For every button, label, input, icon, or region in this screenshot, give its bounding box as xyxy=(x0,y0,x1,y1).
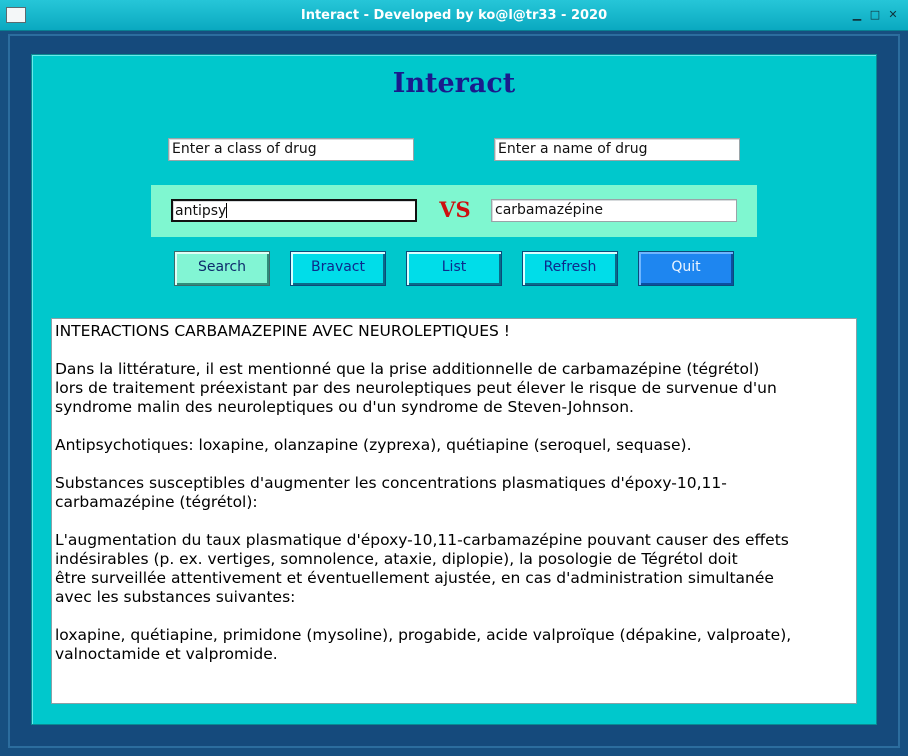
drug-class-input[interactable]: antipsy xyxy=(171,199,417,222)
maximize-icon[interactable]: □ xyxy=(869,9,881,21)
output-blank-line xyxy=(55,512,853,531)
refresh-button[interactable]: Refresh xyxy=(522,251,618,286)
output-blank-line xyxy=(55,455,853,474)
interaction-output-textarea[interactable]: INTERACTIONS CARBAMAZEPINE AVEC NEUROLEP… xyxy=(51,318,857,704)
output-line: valnoctamide et valpromide. xyxy=(55,645,278,663)
vs-label: VS xyxy=(439,197,471,222)
quit-button[interactable]: Quit xyxy=(638,251,734,286)
drug-class-input-value: antipsy xyxy=(175,203,227,219)
text-caret xyxy=(226,203,228,218)
output-line: indésirables (p. ex. vertiges, somnolenc… xyxy=(55,550,738,568)
output-line: Antipsychotiques: loxapine, olanzapine (… xyxy=(55,436,692,454)
output-line: carbamazépine (tégrétol): xyxy=(55,493,258,511)
search-button[interactable]: Search xyxy=(174,251,270,286)
class-of-drug-label-field[interactable]: Enter a class of drug xyxy=(168,138,414,161)
output-line: avec les substances suivantes: xyxy=(55,588,296,606)
output-blank-line xyxy=(55,607,853,626)
output-line: Dans la littérature, il est mentionné qu… xyxy=(55,360,760,378)
output-line: être surveillée attentivement et éventue… xyxy=(55,569,774,587)
bravact-button[interactable]: Bravact xyxy=(290,251,386,286)
output-line: L'augmentation du taux plasmatique d'épo… xyxy=(55,531,789,549)
list-button[interactable]: List xyxy=(406,251,502,286)
output-blank-line xyxy=(55,417,853,436)
drug-name-input[interactable]: carbamazépine xyxy=(491,199,737,222)
window-titlebar[interactable]: Interact - Developed by ko@l@tr33 - 2020… xyxy=(0,0,908,31)
output-blank-line xyxy=(55,341,853,360)
output-line: lors de traitement préexistant par des n… xyxy=(55,379,777,397)
window-title: Interact - Developed by ko@l@tr33 - 2020 xyxy=(300,8,608,23)
output-line: syndrome malin des neuroleptiques ou d'u… xyxy=(55,398,634,416)
output-line: INTERACTIONS CARBAMAZEPINE AVEC NEUROLEP… xyxy=(55,322,510,340)
output-line: loxapine, quétiapine, primidone (mysolin… xyxy=(55,626,792,644)
name-of-drug-label-field[interactable]: Enter a name of drug xyxy=(494,138,740,161)
close-icon[interactable]: ✕ xyxy=(887,9,899,21)
output-line: Substances susceptibles d'augmenter les … xyxy=(55,474,727,492)
minimize-icon[interactable]: ▁ xyxy=(851,9,863,21)
app-heading: Interact xyxy=(392,68,516,99)
